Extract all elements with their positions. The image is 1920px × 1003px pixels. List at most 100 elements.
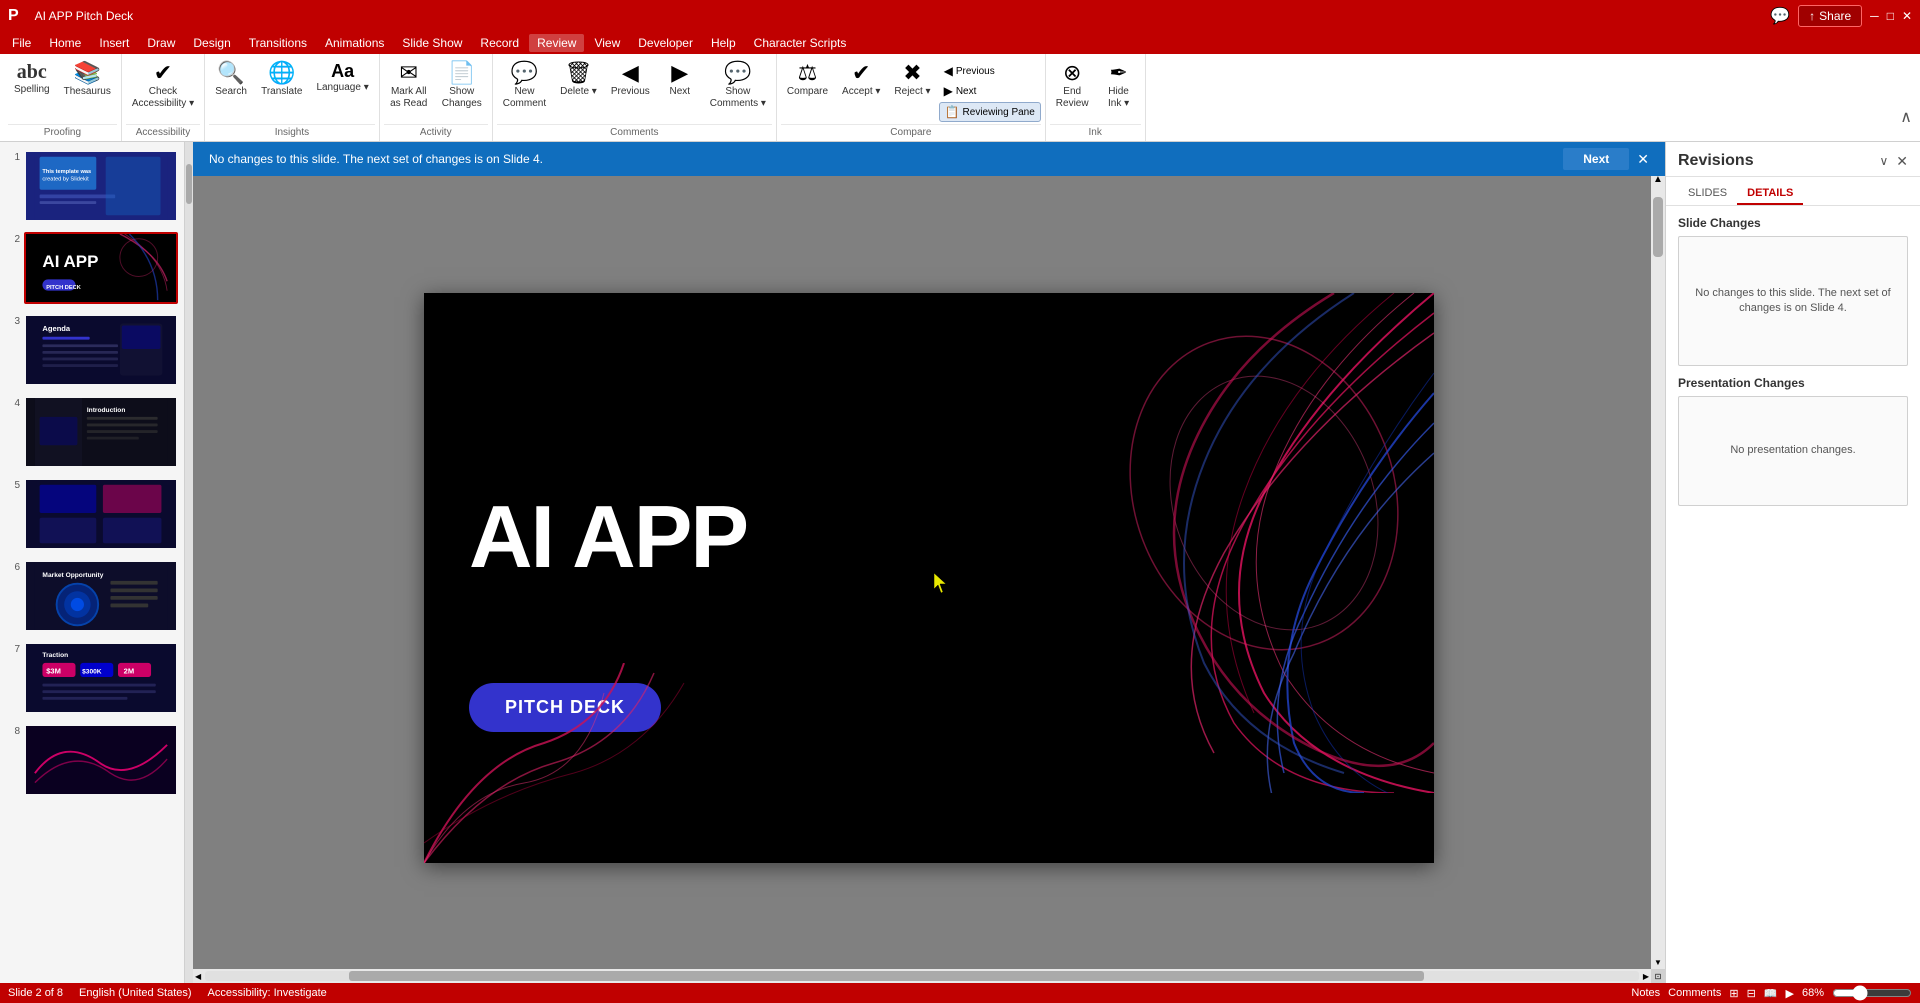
app-logo: P — [8, 7, 19, 25]
slide-panel-scrollbar[interactable] — [185, 142, 193, 983]
hide-ink-button[interactable]: ✒ HideInk ▾ — [1097, 58, 1141, 114]
search-button[interactable]: 🔍 Search — [209, 58, 253, 102]
revisions-body: Slide Changes No changes to this slide. … — [1666, 206, 1920, 983]
comment-icon[interactable]: 💬 — [1770, 6, 1790, 26]
slide-thumb-7[interactable]: 7 Traction $3M $300K 2M — [4, 640, 180, 716]
maximize-icon[interactable]: □ — [1887, 9, 1894, 23]
zoom-slider[interactable] — [1832, 985, 1912, 1001]
menu-home[interactable]: Home — [41, 34, 89, 52]
svg-text:$300K: $300K — [82, 668, 102, 675]
menu-view[interactable]: View — [586, 34, 628, 52]
slide-thumb-5[interactable]: 5 — [4, 476, 180, 552]
previous-comment-button[interactable]: ◀ Previous — [605, 58, 656, 102]
minimize-icon[interactable]: ─ — [1870, 9, 1879, 23]
show-comments-icon: 💬 — [724, 62, 751, 84]
show-comments-button[interactable]: 💬 ShowComments ▾ — [704, 58, 772, 114]
notes-button[interactable]: Notes — [1631, 987, 1660, 999]
menu-character-scripts[interactable]: Character Scripts — [746, 34, 855, 52]
canvas-vscroll[interactable]: ▲ ▼ ⊡ — [1651, 172, 1665, 983]
hscroll-thumb[interactable] — [349, 971, 1424, 981]
view-slideshow-icon[interactable]: ▶ — [1786, 987, 1794, 1000]
slide-image-3[interactable]: Agenda — [24, 314, 178, 386]
new-comment-icon: 💬 — [511, 62, 538, 84]
tab-details[interactable]: DETAILS — [1737, 183, 1803, 205]
next-change-button[interactable]: ▶ Next — [939, 82, 1041, 100]
check-accessibility-button[interactable]: ✔ CheckAccessibility ▾ — [126, 58, 200, 114]
presentation-changes-box: No presentation changes. — [1678, 396, 1908, 506]
slide-image-4[interactable]: Introduction — [24, 396, 178, 468]
status-bar: Slide 2 of 8 English (United States) Acc… — [0, 983, 1920, 1003]
menu-file[interactable]: File — [4, 34, 39, 52]
slide-thumb-1[interactable]: 1 This template was created by Slidekit — [4, 148, 180, 224]
view-slide-sorter-icon[interactable]: ⊟ — [1747, 987, 1756, 1000]
file-name: AI APP Pitch Deck — [35, 9, 134, 23]
scrollbar-thumb[interactable] — [186, 164, 192, 204]
share-button[interactable]: ↑ Share — [1798, 5, 1862, 27]
hscroll-left-arrow[interactable]: ◀ — [193, 972, 203, 981]
ribbon-collapse-icon[interactable]: ∧ — [1900, 107, 1912, 127]
comments-status[interactable]: Comments — [1668, 987, 1721, 999]
close-icon[interactable]: ✕ — [1902, 9, 1912, 23]
canvas-hscroll[interactable]: ◀ ▶ — [193, 969, 1651, 983]
next-comment-button[interactable]: ▶ Next — [658, 58, 702, 102]
svg-text:Market Opportunity: Market Opportunity — [42, 572, 103, 579]
hscroll-right-arrow[interactable]: ▶ — [1641, 972, 1651, 981]
menu-review[interactable]: Review — [529, 34, 584, 52]
revisions-collapse-icon[interactable]: ∨ — [1879, 154, 1888, 168]
menu-record[interactable]: Record — [472, 34, 527, 52]
menu-animations[interactable]: Animations — [317, 34, 392, 52]
check-accessibility-icon: ✔ — [154, 62, 172, 84]
vscroll-thumb[interactable] — [1653, 197, 1663, 257]
end-review-button[interactable]: ⊗ EndReview — [1050, 58, 1095, 114]
menu-design[interactable]: Design — [185, 34, 238, 52]
slide-image-7[interactable]: Traction $3M $300K 2M — [24, 642, 178, 714]
scroll-down-arrow[interactable]: ▼ — [1652, 956, 1664, 969]
slide-image-6[interactable]: Market Opportunity — [24, 560, 178, 632]
slide-thumb-8[interactable]: 8 — [4, 722, 180, 798]
view-reading-icon[interactable]: 📖 — [1764, 987, 1778, 1000]
view-normal-icon[interactable]: ⊞ — [1729, 987, 1738, 1000]
slide-image-8[interactable] — [24, 724, 178, 796]
reviewing-pane-button[interactable]: 📋 Reviewing Pane — [939, 102, 1041, 122]
new-comment-button[interactable]: 💬 NewComment — [497, 58, 552, 114]
menu-bar: File Home Insert Draw Design Transitions… — [0, 32, 1920, 54]
reject-button[interactable]: ✖ Reject ▾ — [888, 58, 936, 102]
slide-thumb-6[interactable]: 6 Market Opportunity — [4, 558, 180, 634]
activity-label: Activity — [384, 124, 488, 141]
slide-title: AI APP — [469, 493, 747, 581]
next-banner-button[interactable]: Next — [1563, 148, 1629, 170]
status-left: Slide 2 of 8 English (United States) Acc… — [8, 987, 327, 999]
delete-comment-button[interactable]: 🗑 Delete ▾ — [554, 58, 603, 102]
menu-developer[interactable]: Developer — [630, 34, 701, 52]
slide-image-1[interactable]: This template was created by Slidekit — [24, 150, 178, 222]
scroll-corner[interactable]: ⊡ — [1651, 969, 1665, 983]
ribbon-group-end: ⊗ EndReview ✒ HideInk ▾ Ink — [1046, 54, 1146, 141]
menu-draw[interactable]: Draw — [139, 34, 183, 52]
language-button[interactable]: Aa Language ▾ — [310, 58, 374, 98]
svg-text:$3M: $3M — [46, 666, 61, 675]
show-changes-button[interactable]: 📄 ShowChanges — [436, 58, 488, 114]
spelling-button[interactable]: abc Spelling — [8, 58, 56, 100]
previous-change-button[interactable]: ◀ Previous — [939, 62, 1041, 80]
slide-image-2[interactable]: AI APP PITCH DECK — [24, 232, 178, 304]
slide-canvas: AI APP PITCH DECK — [424, 293, 1434, 863]
mark-all-as-read-button[interactable]: ✉ Mark Allas Read — [384, 58, 434, 114]
thesaurus-button[interactable]: 📚 Thesaurus — [58, 58, 117, 102]
menu-insert[interactable]: Insert — [91, 34, 137, 52]
svg-text:AI APP: AI APP — [42, 252, 98, 271]
slide-image-5[interactable] — [24, 478, 178, 550]
revisions-close-icon[interactable]: ✕ — [1896, 153, 1908, 170]
accept-button[interactable]: ✔ Accept ▾ — [836, 58, 886, 102]
slide-thumb-3[interactable]: 3 Agenda — [4, 312, 180, 388]
menu-slideshow[interactable]: Slide Show — [394, 34, 470, 52]
slide-thumb-4[interactable]: 4 Introduction — [4, 394, 180, 470]
tab-slides[interactable]: SLIDES — [1678, 183, 1737, 205]
comments-label: Comments — [497, 124, 772, 141]
translate-button[interactable]: 🌐 Translate — [255, 58, 308, 102]
slide-thumb-2[interactable]: 2 AI APP PITCH DECK — [4, 230, 180, 306]
compare-button[interactable]: ⚖ Compare — [781, 58, 834, 102]
menu-help[interactable]: Help — [703, 34, 744, 52]
menu-transitions[interactable]: Transitions — [241, 34, 315, 52]
next-banner-close[interactable]: ✕ — [1637, 151, 1649, 168]
delete-icon: 🗑 — [565, 62, 593, 84]
